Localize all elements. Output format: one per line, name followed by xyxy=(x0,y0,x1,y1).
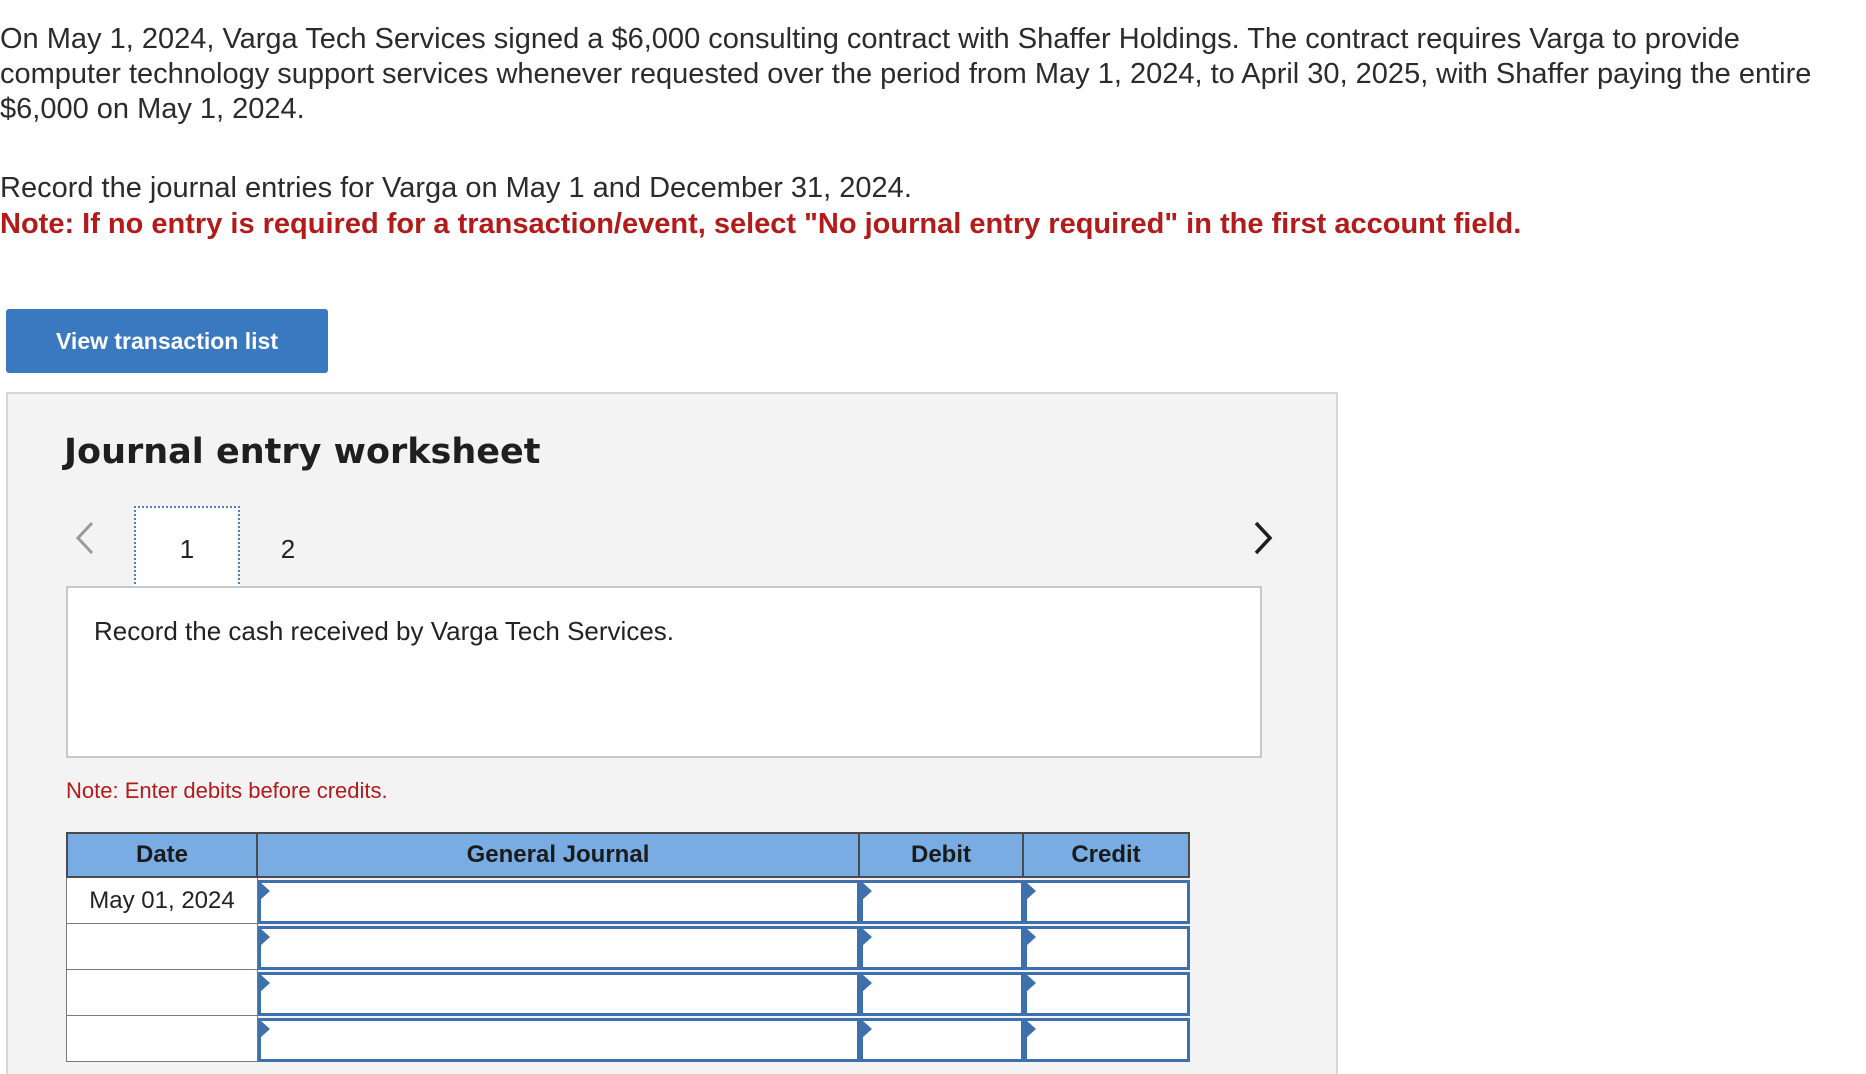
header-date: Date xyxy=(66,832,258,878)
chevron-right-icon[interactable] xyxy=(1248,518,1278,558)
problem-text: On May 1, 2024, Varga Tech Services sign… xyxy=(0,22,1866,127)
credit-input[interactable] xyxy=(1024,880,1190,924)
transaction-prompt: Record the cash received by Varga Tech S… xyxy=(66,586,1262,758)
worksheet-title: Journal entry worksheet xyxy=(64,432,541,472)
account-input[interactable] xyxy=(258,1018,860,1062)
header-credit: Credit xyxy=(1024,832,1190,878)
debit-input[interactable] xyxy=(860,880,1024,924)
account-input[interactable] xyxy=(258,926,860,970)
account-input[interactable] xyxy=(258,972,860,1016)
credit-input[interactable] xyxy=(1024,972,1190,1016)
prompt-text: Record the cash received by Varga Tech S… xyxy=(94,616,674,646)
header-general-journal: General Journal xyxy=(258,832,860,878)
table-row xyxy=(66,970,1190,1016)
view-transaction-list-button[interactable]: View transaction list xyxy=(6,309,328,373)
debit-input[interactable] xyxy=(860,1018,1024,1062)
instruction-text: Record the journal entries for Varga on … xyxy=(0,172,912,204)
journal-table: Date General Journal Debit Credit May 01… xyxy=(66,832,1190,1062)
no-entry-note: Note: If no entry is required for a tran… xyxy=(0,208,1522,240)
tab-1[interactable]: 1 xyxy=(134,506,240,592)
debit-input[interactable] xyxy=(860,926,1024,970)
table-row xyxy=(66,1016,1190,1062)
credit-input[interactable] xyxy=(1024,1018,1190,1062)
instructions: Record the journal entries for Varga on … xyxy=(0,170,1521,242)
debit-input[interactable] xyxy=(860,972,1024,1016)
table-row: May 01, 2024 xyxy=(66,878,1190,924)
chevron-left-icon[interactable] xyxy=(70,518,100,558)
journal-entry-worksheet: Journal entry worksheet 1 2 Record the c… xyxy=(6,392,1338,1074)
account-input[interactable] xyxy=(258,880,860,924)
table-row xyxy=(66,924,1190,970)
row-date xyxy=(66,1016,258,1062)
tab-2[interactable]: 2 xyxy=(268,506,308,592)
journal-header-row: Date General Journal Debit Credit xyxy=(66,832,1190,878)
row-date: May 01, 2024 xyxy=(66,878,258,924)
row-date xyxy=(66,924,258,970)
credit-input[interactable] xyxy=(1024,926,1190,970)
debits-note: Note: Enter debits before credits. xyxy=(66,778,388,803)
header-debit: Debit xyxy=(860,832,1024,878)
row-date xyxy=(66,970,258,1016)
problem-paragraph: On May 1, 2024, Varga Tech Services sign… xyxy=(0,23,1812,125)
